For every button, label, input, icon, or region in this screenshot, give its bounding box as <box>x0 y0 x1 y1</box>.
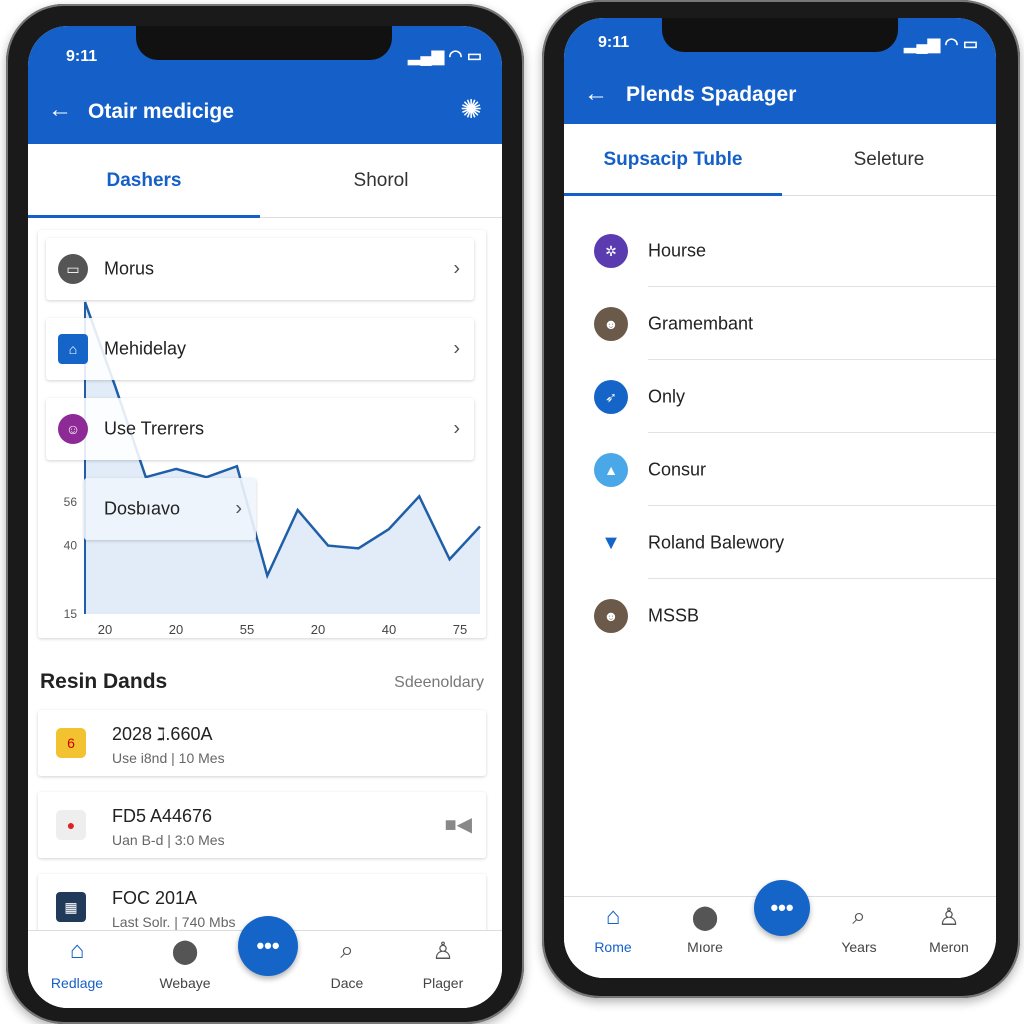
right-phone: 9:11 ▂▄▆ ◠ ▭ ← Plends Spadager Supsacip … <box>542 0 1020 998</box>
location-pin-icon[interactable]: ⬤ <box>140 937 230 966</box>
y-tick-label: 56 <box>64 495 78 509</box>
building-icon: ⌂ <box>58 334 88 364</box>
screen-icon: ▦ <box>56 892 86 922</box>
y-tick-label: 15 <box>64 607 78 621</box>
person-icon[interactable]: ♙ <box>398 937 488 966</box>
x-tick-label: 20 <box>98 622 112 637</box>
menu-item-mehidelay[interactable]: ⌂ Mehidelay › <box>46 318 474 380</box>
list-item[interactable]: ☻ MSSB <box>564 579 996 652</box>
download-title: FOC 201A <box>112 888 198 908</box>
face-icon: ☺ <box>58 414 88 444</box>
status-time: 9:11 <box>598 34 630 51</box>
left-screen: 9:11 ▂▄▆ ◠ ▭ ← Otair medicige ✺ Dashers … <box>28 26 502 1008</box>
download-item[interactable]: 6 2028 ℷ.660A Use i8nd | 10 Mes <box>38 710 486 776</box>
image-icon: ▲ <box>594 453 628 487</box>
home-icon[interactable]: ⌂ <box>32 937 122 965</box>
status-icons: ▂▄▆ ◠ ▭ <box>904 36 978 53</box>
section-title: Resin Dands <box>40 670 168 693</box>
monitor-icon: ▭ <box>58 254 88 284</box>
star-icon: ✲ <box>594 234 628 268</box>
x-tick-label: 20 <box>311 622 325 637</box>
nav-miore[interactable]: Mıore <box>660 939 750 955</box>
chevron-right-icon: › <box>453 417 460 440</box>
record-icon: ● <box>56 810 86 840</box>
chevron-right-icon: › <box>453 257 460 280</box>
nav-dace[interactable]: Dace <box>302 975 392 991</box>
list-item[interactable]: ☻ Gramembant <box>564 287 996 360</box>
person-icon[interactable]: ♙ <box>904 903 994 932</box>
menu-item-morus[interactable]: ▭ Morus › <box>46 238 474 300</box>
download-item[interactable]: ● FD5 A44676 Uan B-d | 3:0 Mes ■◀ <box>38 792 486 858</box>
section-link[interactable]: Sdeenoldary <box>394 674 484 692</box>
x-tick-label: 75 <box>453 622 467 637</box>
page-title: Plends Spadager <box>626 83 797 106</box>
item-label: Gramembant <box>648 313 754 333</box>
x-tick-label: 20 <box>169 622 183 637</box>
download-subtitle: Use i8nd | 10 Mes <box>112 750 225 766</box>
menu-item-use-trerrers[interactable]: ☺ Use Trerrers › <box>46 398 474 460</box>
nav-plager[interactable]: Plager <box>398 975 488 991</box>
search-icon[interactable]: ⌕ <box>302 937 392 965</box>
chevron-right-icon: › <box>235 497 242 520</box>
avatar: ☻ <box>594 307 628 341</box>
home-icon[interactable]: ⌂ <box>568 903 658 931</box>
nav-webaye[interactable]: Webaye <box>140 975 230 991</box>
nav-meron[interactable]: Meron <box>904 939 994 955</box>
item-label: Consur <box>648 459 707 479</box>
menu-label: Use Trerrers <box>104 418 205 439</box>
right-screen: 9:11 ▂▄▆ ◠ ▭ ← Plends Spadager Supsacip … <box>564 18 996 978</box>
y-tick-label: 40 <box>64 539 78 553</box>
avatar: ☻ <box>594 599 628 633</box>
download-subtitle: Uan B-d | 3:0 Mes <box>112 832 225 848</box>
menu-label: Mehidelay <box>104 338 187 359</box>
list-item[interactable]: ▲ Consur <box>564 433 996 506</box>
more-fab-button[interactable]: ••• <box>238 916 298 976</box>
list-item[interactable]: ✲ Hourse <box>564 214 996 287</box>
download-title: FD5 A44676 <box>112 806 213 826</box>
back-arrow-icon[interactable]: ← <box>584 80 608 108</box>
notch <box>662 18 898 52</box>
chevron-right-icon: › <box>453 337 460 360</box>
bird-icon: ➶ <box>594 380 628 414</box>
download-title: 2028 ℷ.660A <box>112 724 213 744</box>
tab-seleture[interactable]: Seleture <box>782 124 996 196</box>
menu-label: Morus <box>104 258 155 279</box>
search-icon[interactable]: ⌕ <box>814 903 904 931</box>
nav-years[interactable]: Years <box>814 939 904 955</box>
list-item[interactable]: ▼ Roland Balewory <box>564 506 996 579</box>
item-label: Roland Balewory <box>648 532 785 552</box>
calendar-icon: 6 <box>56 728 86 758</box>
item-label: Only <box>648 386 686 406</box>
item-label: MSSB <box>648 605 700 625</box>
menu-item-dosbiavo[interactable]: Dosbıavo › <box>84 478 256 540</box>
video-icon[interactable]: ■◀ <box>445 812 472 837</box>
location-pin-icon[interactable]: ⬤ <box>660 903 750 932</box>
menu-label: Dosbıavo <box>104 498 181 519</box>
more-fab-button[interactable]: ••• <box>754 880 810 936</box>
nav-redlage[interactable]: Redlage <box>32 975 122 991</box>
tab-supsacip-tuble[interactable]: Supsacip Tuble <box>564 124 782 196</box>
x-tick-label: 55 <box>240 622 254 637</box>
download-subtitle: Last Solr. | 740 Mbs <box>112 914 236 930</box>
left-phone: 9:11 ▂▄▆ ◠ ▭ ← Otair medicige ✺ Dashers … <box>6 4 524 1024</box>
x-tick-label: 40 <box>382 622 396 637</box>
list-item[interactable]: ➶ Only <box>564 360 996 433</box>
pin-icon: ▼ <box>594 526 628 560</box>
nav-rome[interactable]: Rome <box>568 939 658 955</box>
item-label: Hourse <box>648 240 707 260</box>
